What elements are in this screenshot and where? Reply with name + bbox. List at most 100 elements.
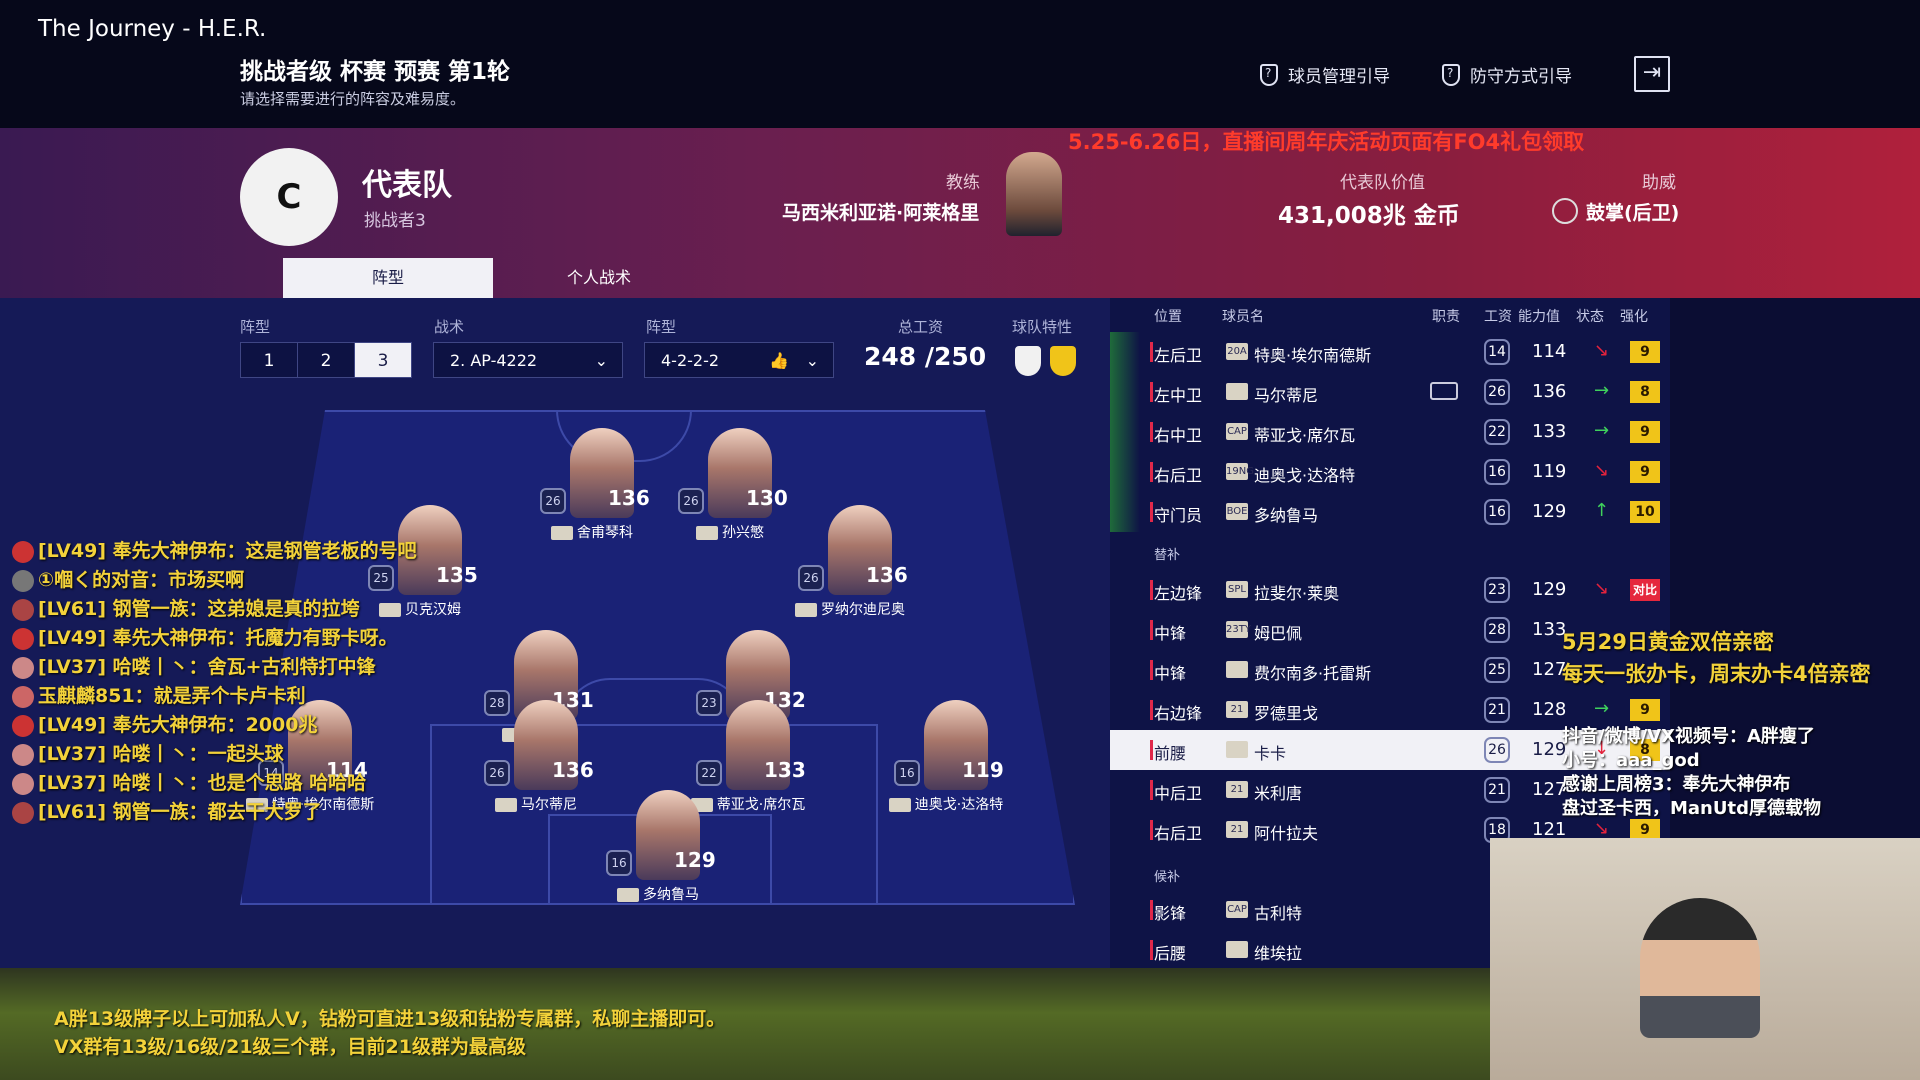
shape-dropdown[interactable]: 4-2-2-2 👍 ⌄ [644, 342, 834, 378]
defense-guide-button[interactable]: 防守方式引导 [1442, 62, 1572, 87]
shape-label: 阵型 [646, 318, 677, 336]
squad-row[interactable]: 守门员 BOE 多纳鲁马 16 129 ↑ 10 [1110, 492, 1670, 532]
pitch-player[interactable]: 16 129 多纳鲁马 [578, 790, 738, 930]
exit-button[interactable]: ⇥ [1634, 56, 1670, 92]
form-arrow-icon: ↘ [1594, 460, 1610, 481]
row-ovr: 114 [1532, 341, 1567, 362]
match-subtitle: 请选择需要进行的阵容及难易度。 [240, 90, 466, 108]
squad-row[interactable]: 左后卫 20A 特奥·埃尔南德斯 14 114 ↘ 9 [1110, 332, 1670, 372]
chat-message: [LV49] 奉先大神伊布：2000兆 [12, 710, 318, 737]
player-ovr: 133 [764, 758, 806, 782]
overlay-thanks-2: 盘过圣卡西，ManUtd厚德载物 [1562, 798, 1821, 819]
pitch-player[interactable]: 26 136 罗纳尔迪尼奥 [770, 505, 930, 645]
row-wage: 28 [1484, 617, 1510, 643]
form-arrow-icon: → [1594, 420, 1610, 441]
position-marker [1150, 700, 1153, 720]
player-management-guide-button[interactable]: 球员管理引导 [1260, 62, 1390, 87]
season-badge-icon [888, 798, 911, 812]
ac-milan-trait-icon[interactable] [1015, 346, 1041, 376]
player-wage-badge: 22 [696, 760, 722, 786]
exit-icon: ⇥ [1642, 60, 1662, 85]
squad-row[interactable]: 左边锋 SPL 拉斐尔·莱奥 23 129 ↘ 对比 [1110, 570, 1670, 610]
row-position: 守门员 [1154, 506, 1203, 525]
row-position: 右后卫 [1154, 824, 1203, 843]
form-arrow-icon: → [1594, 380, 1610, 401]
player-ovr: 136 [552, 758, 594, 782]
streamer-webcam [1490, 838, 1920, 1080]
tab-formation[interactable]: 阵型 [283, 258, 493, 298]
row-player-name: 马尔蒂尼 [1254, 386, 1319, 405]
chat-message: 玉麒麟851：就是弄个卡卢卡利 [12, 681, 306, 708]
team-level: 挑战者3 [364, 211, 426, 231]
form-arrow-icon: ↘ [1594, 578, 1610, 599]
season-badge-icon [1226, 383, 1248, 400]
season-badge-icon: 20A [1226, 343, 1248, 360]
tactic-dropdown[interactable]: 2. AP-4222 ⌄ [433, 342, 623, 378]
total-wage: 248 /250 [864, 342, 987, 371]
position-marker [1150, 462, 1153, 482]
squad-row[interactable]: 右后卫 19NG 迪奥戈·达洛特 16 119 ↘ 9 [1110, 452, 1670, 492]
row-ovr: 121 [1532, 819, 1567, 840]
cheer-icon [1552, 198, 1578, 224]
player-wage-badge: 26 [540, 488, 566, 514]
row-position: 中锋 [1154, 624, 1187, 643]
row-position: 后腰 [1154, 944, 1187, 963]
position-marker [1150, 940, 1153, 960]
team-trait-label: 球队特性 [1012, 318, 1073, 336]
row-wage: 22 [1484, 419, 1510, 445]
team-value: 431,008兆 金币 [1278, 203, 1460, 229]
compare-button[interactable]: 对比 [1630, 579, 1660, 601]
row-position: 右中卫 [1154, 426, 1203, 445]
coach-label: 教练 [946, 173, 980, 193]
season-badge-icon: 21 [1226, 821, 1248, 838]
row-wage: 26 [1484, 379, 1510, 405]
user-avatar-icon [12, 743, 34, 766]
row-ovr: 119 [1532, 461, 1567, 482]
player-wage-badge: 25 [368, 565, 394, 591]
pitch-player[interactable]: 26 136 舍甫琴科 [512, 428, 672, 568]
row-player-name: 卡卡 [1254, 744, 1287, 763]
position-marker [1150, 382, 1153, 402]
row-player-name: 阿什拉夫 [1254, 824, 1319, 843]
row-player-name: 罗德里戈 [1254, 704, 1319, 723]
team-value-label: 代表队价值 [1340, 173, 1425, 193]
overlay-line-1: 5月29日黄金双倍亲密 [1562, 630, 1774, 654]
formation-slot-3[interactable]: 3 [354, 342, 412, 378]
row-ovr: 136 [1532, 381, 1567, 402]
player-ovr: 136 [608, 486, 650, 510]
user-avatar-icon [12, 627, 34, 650]
chevron-down-icon: ⌄ [805, 351, 819, 370]
position-marker [1150, 820, 1153, 840]
pitch-player[interactable]: 16 119 迪奥戈·达洛特 [866, 700, 1026, 840]
tab-individual-tactics[interactable]: 个人战术 [494, 258, 704, 298]
user-avatar-icon [12, 772, 34, 795]
cheer-value[interactable]: 鼓掌(后卫) [1586, 198, 1679, 225]
squad-row[interactable]: 左中卫 马尔蒂尼 26 136 → 8 [1110, 372, 1670, 412]
formation-slot-2[interactable]: 2 [297, 342, 355, 378]
row-wage: 21 [1484, 697, 1510, 723]
formation-slot-1[interactable]: 1 [240, 342, 298, 378]
row-wage: 14 [1484, 339, 1510, 365]
position-marker [1150, 342, 1153, 362]
header-enhance: 强化 [1620, 309, 1648, 325]
club-logo: C [240, 148, 338, 246]
season-badge-icon: 21 [1226, 701, 1248, 718]
row-player-name: 姆巴佩 [1254, 624, 1303, 643]
player-name-label: 贝克汉姆 [340, 599, 500, 619]
row-wage: 16 [1484, 499, 1510, 525]
squad-row[interactable]: 右中卫 CAP 蒂亚戈·席尔瓦 22 133 → 9 [1110, 412, 1670, 452]
trait-badge-icon[interactable] [1050, 346, 1076, 376]
streamer-silhouette [1640, 898, 1760, 1038]
enhance-level: 9 [1630, 421, 1660, 443]
season-badge-icon: 19NG [1226, 463, 1254, 480]
row-position: 左边锋 [1154, 584, 1203, 603]
chat-message: [LV61] 钢管一族：这弟媳是真的拉垮 [12, 594, 360, 621]
header-ovr: 能力值 [1518, 309, 1560, 325]
position-marker [1150, 620, 1153, 640]
player-ovr: 119 [962, 758, 1004, 782]
row-position: 左后卫 [1154, 346, 1203, 365]
enhance-level: 9 [1630, 341, 1660, 363]
player-wage-badge: 16 [606, 850, 632, 876]
user-avatar-icon [12, 540, 34, 563]
user-avatar-icon [12, 598, 34, 621]
